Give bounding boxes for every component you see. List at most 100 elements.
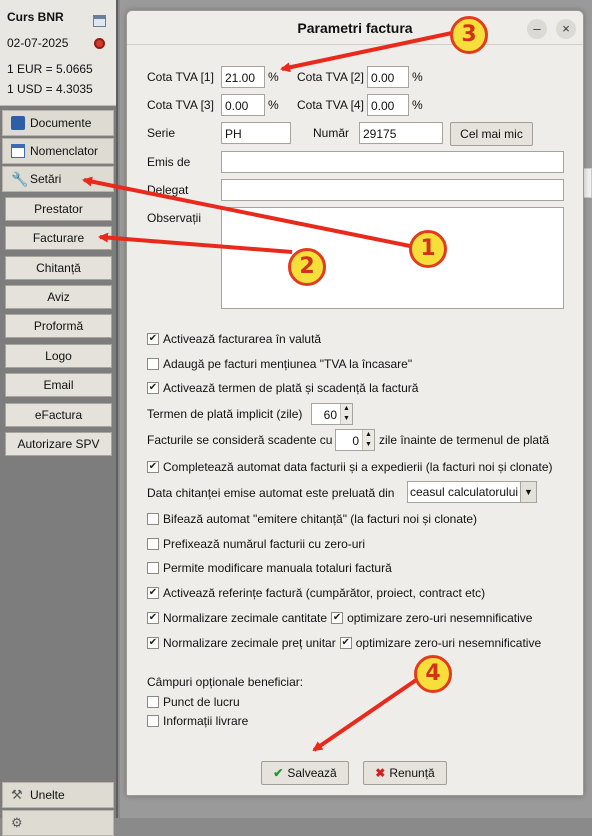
serie-input[interactable]: PH (221, 122, 291, 144)
close-button[interactable]: × (556, 19, 576, 39)
cota-tva-2-label: Cota TVA [2] (297, 70, 364, 84)
cota-tva-1-input[interactable]: 21.00 (221, 66, 265, 88)
cota-tva-2-input[interactable]: 0.00 (367, 66, 409, 88)
sidebar-item-efactura[interactable]: eFactura (5, 403, 112, 427)
sidebar-item-label: Facturare (32, 231, 85, 245)
observatii-textarea[interactable] (221, 207, 564, 309)
eur-rate: 1 EUR = 5.0665 (7, 62, 93, 76)
numar-input[interactable]: 29175 (359, 122, 443, 144)
numar-label: Număr (313, 126, 350, 140)
punct-lucru-checkbox[interactable] (147, 696, 159, 708)
emitere-chitanta-checkbox[interactable] (147, 513, 159, 525)
tva-incasare-checkbox[interactable] (147, 358, 159, 370)
valuta-label: Activează facturarea în valută (163, 332, 322, 346)
cel-mai-mic-button[interactable]: Cel mai mic (450, 122, 533, 146)
setari-button[interactable]: 🔧 Setări (2, 166, 114, 192)
tva-incasare-option[interactable]: Adaugă pe facturi mențiunea "TVA la înca… (147, 357, 412, 371)
stepper-arrows-icon[interactable]: ▲ ▼ (362, 430, 374, 450)
parametri-factura-dialog: Parametri factura – × Cota TVA [1] 21.00… (126, 10, 584, 796)
termen-plata-option[interactable]: Activează termen de plată și scadență la… (147, 381, 418, 395)
data-chitantei-select[interactable]: ceasul calculatorului ▼ (407, 481, 537, 503)
termen-plata-checkbox[interactable] (147, 382, 159, 394)
informatii-livrare-checkbox[interactable] (147, 715, 159, 727)
sidebar: Curs BNR 02-07-2025 1 EUR = 5.0665 1 USD… (0, 0, 118, 836)
optimizare-pret-label: optimizare zero-uri nesemnificative (355, 636, 542, 650)
cota-tva-4-label: Cota TVA [4] (297, 98, 364, 112)
nomenclator-button[interactable]: Nomenclator (2, 138, 114, 164)
emitere-chitanta-label: Bifează automat "emitere chitanță" (la f… (163, 512, 478, 526)
unelte-button[interactable]: ⚒ Unelte (2, 782, 114, 808)
delegat-input[interactable] (221, 179, 564, 201)
scadente-stepper[interactable]: 0 ▲ ▼ (335, 429, 375, 451)
scadente-suffix-label: zile înainte de termenul de plată (379, 433, 550, 447)
optimizare-cantitate-checkbox[interactable] (331, 612, 344, 624)
completeaza-data-option[interactable]: Completează automat data facturii și a e… (147, 460, 553, 474)
punct-lucru-label: Punct de lucru (163, 695, 240, 709)
minimize-button[interactable]: – (527, 19, 547, 39)
completeaza-data-checkbox[interactable] (147, 461, 159, 473)
zecimale-cantitate-label: Normalizare zecimale cantitate (163, 611, 328, 625)
valuta-checkbox[interactable] (147, 333, 159, 345)
unelte-label: Unelte (30, 788, 65, 802)
sidebar-extra-button[interactable]: ⚙ (2, 810, 114, 836)
refresh-icon[interactable] (94, 38, 105, 49)
bnr-date: 02-07-2025 (7, 36, 69, 50)
referinte-option[interactable]: Activează referințe factură (cumpărător,… (147, 586, 485, 600)
zecimale-pret-option[interactable]: Normalizare zecimale preț unitar optimiz… (147, 636, 541, 650)
sidebar-item-prestator[interactable]: Prestator (5, 197, 112, 221)
cancel-button[interactable]: ✖ Renunță (363, 761, 447, 785)
stepper-arrows-icon[interactable]: ▲ ▼ (340, 404, 352, 424)
modificare-totaluri-option[interactable]: Permite modificare manuala totaluri fact… (147, 561, 392, 575)
sidebar-item-logo[interactable]: Logo (5, 344, 112, 368)
optimizare-pret-checkbox[interactable] (339, 637, 352, 649)
sidebar-item-label: Prestator (34, 202, 83, 216)
serie-label: Serie (147, 126, 176, 140)
modificare-totaluri-checkbox[interactable] (147, 562, 159, 574)
cota-tva-4-input[interactable]: 0.00 (367, 94, 409, 116)
zecimale-pret-label: Normalizare zecimale preț unitar (163, 636, 336, 650)
bnr-title: Curs BNR (7, 10, 64, 24)
usd-rate: 1 USD = 4.3035 (7, 82, 93, 96)
zecimale-cantitate-checkbox[interactable] (147, 612, 159, 624)
informatii-livrare-option[interactable]: Informații livrare (147, 714, 248, 728)
sidebar-item-label: Proformă (33, 319, 84, 333)
cota-tva-1-label: Cota TVA [1] (147, 70, 214, 84)
prefixeaza-label: Prefixează numărul facturii cu zero-uri (163, 537, 366, 551)
save-button[interactable]: ✔ Salvează (261, 761, 349, 785)
valuta-option[interactable]: Activează facturarea în valută (147, 332, 321, 346)
referinte-label: Activează referințe factură (cumpărător,… (163, 586, 486, 600)
punct-lucru-option[interactable]: Punct de lucru (147, 695, 240, 709)
zecimale-pret-checkbox[interactable] (147, 637, 159, 649)
sidebar-item-label: eFactura (34, 408, 83, 422)
sidebar-item-facturare[interactable]: Facturare (5, 226, 112, 250)
wrench-icon: 🔧 (11, 171, 29, 187)
tools-icon: ⚒ (11, 787, 23, 802)
emis-de-label: Emis de (147, 155, 191, 169)
chevron-down-icon[interactable]: ▼ (520, 482, 536, 502)
termen-implicit-stepper[interactable]: 60 ▲ ▼ (311, 403, 353, 425)
prefixeaza-option[interactable]: Prefixează numărul facturii cu zero-uri (147, 537, 365, 551)
bnr-rates-panel: Curs BNR 02-07-2025 1 EUR = 5.0665 1 USD… (0, 0, 116, 106)
sidebar-item-label: Email (43, 378, 74, 392)
emis-de-input[interactable] (221, 151, 564, 173)
documente-button[interactable]: Documente (2, 110, 114, 136)
dialog-titlebar[interactable]: Parametri factura – × (127, 11, 583, 45)
sidebar-item-autorizare-spv[interactable]: Autorizare SPV (5, 432, 112, 456)
sidebar-item-chitanta[interactable]: Chitanță (5, 256, 112, 280)
sidebar-item-label: Chitanță (36, 261, 81, 275)
calendar-icon[interactable] (93, 15, 106, 27)
cota-tva-3-input[interactable]: 0.00 (221, 94, 265, 116)
emitere-chitanta-option[interactable]: Bifează automat "emitere chitanță" (la f… (147, 512, 477, 526)
list-icon (11, 144, 25, 158)
zecimale-cantitate-option[interactable]: Normalizare zecimale cantitate optimizar… (147, 611, 532, 625)
campuri-optionale-label: Câmpuri opționale beneficiar: (147, 675, 304, 689)
sidebar-item-proforma[interactable]: Proformă (5, 314, 112, 338)
referinte-checkbox[interactable] (147, 587, 159, 599)
sidebar-item-aviz[interactable]: Aviz (5, 285, 112, 309)
termen-implicit-label: Termen de plată implicit (zile) (147, 407, 303, 421)
prefixeaza-checkbox[interactable] (147, 538, 159, 550)
percent-label: % (412, 70, 423, 84)
sidebar-item-email[interactable]: Email (5, 373, 112, 397)
annotation-badge-3: 3 (450, 16, 488, 54)
save-label: Salvează (287, 766, 337, 780)
